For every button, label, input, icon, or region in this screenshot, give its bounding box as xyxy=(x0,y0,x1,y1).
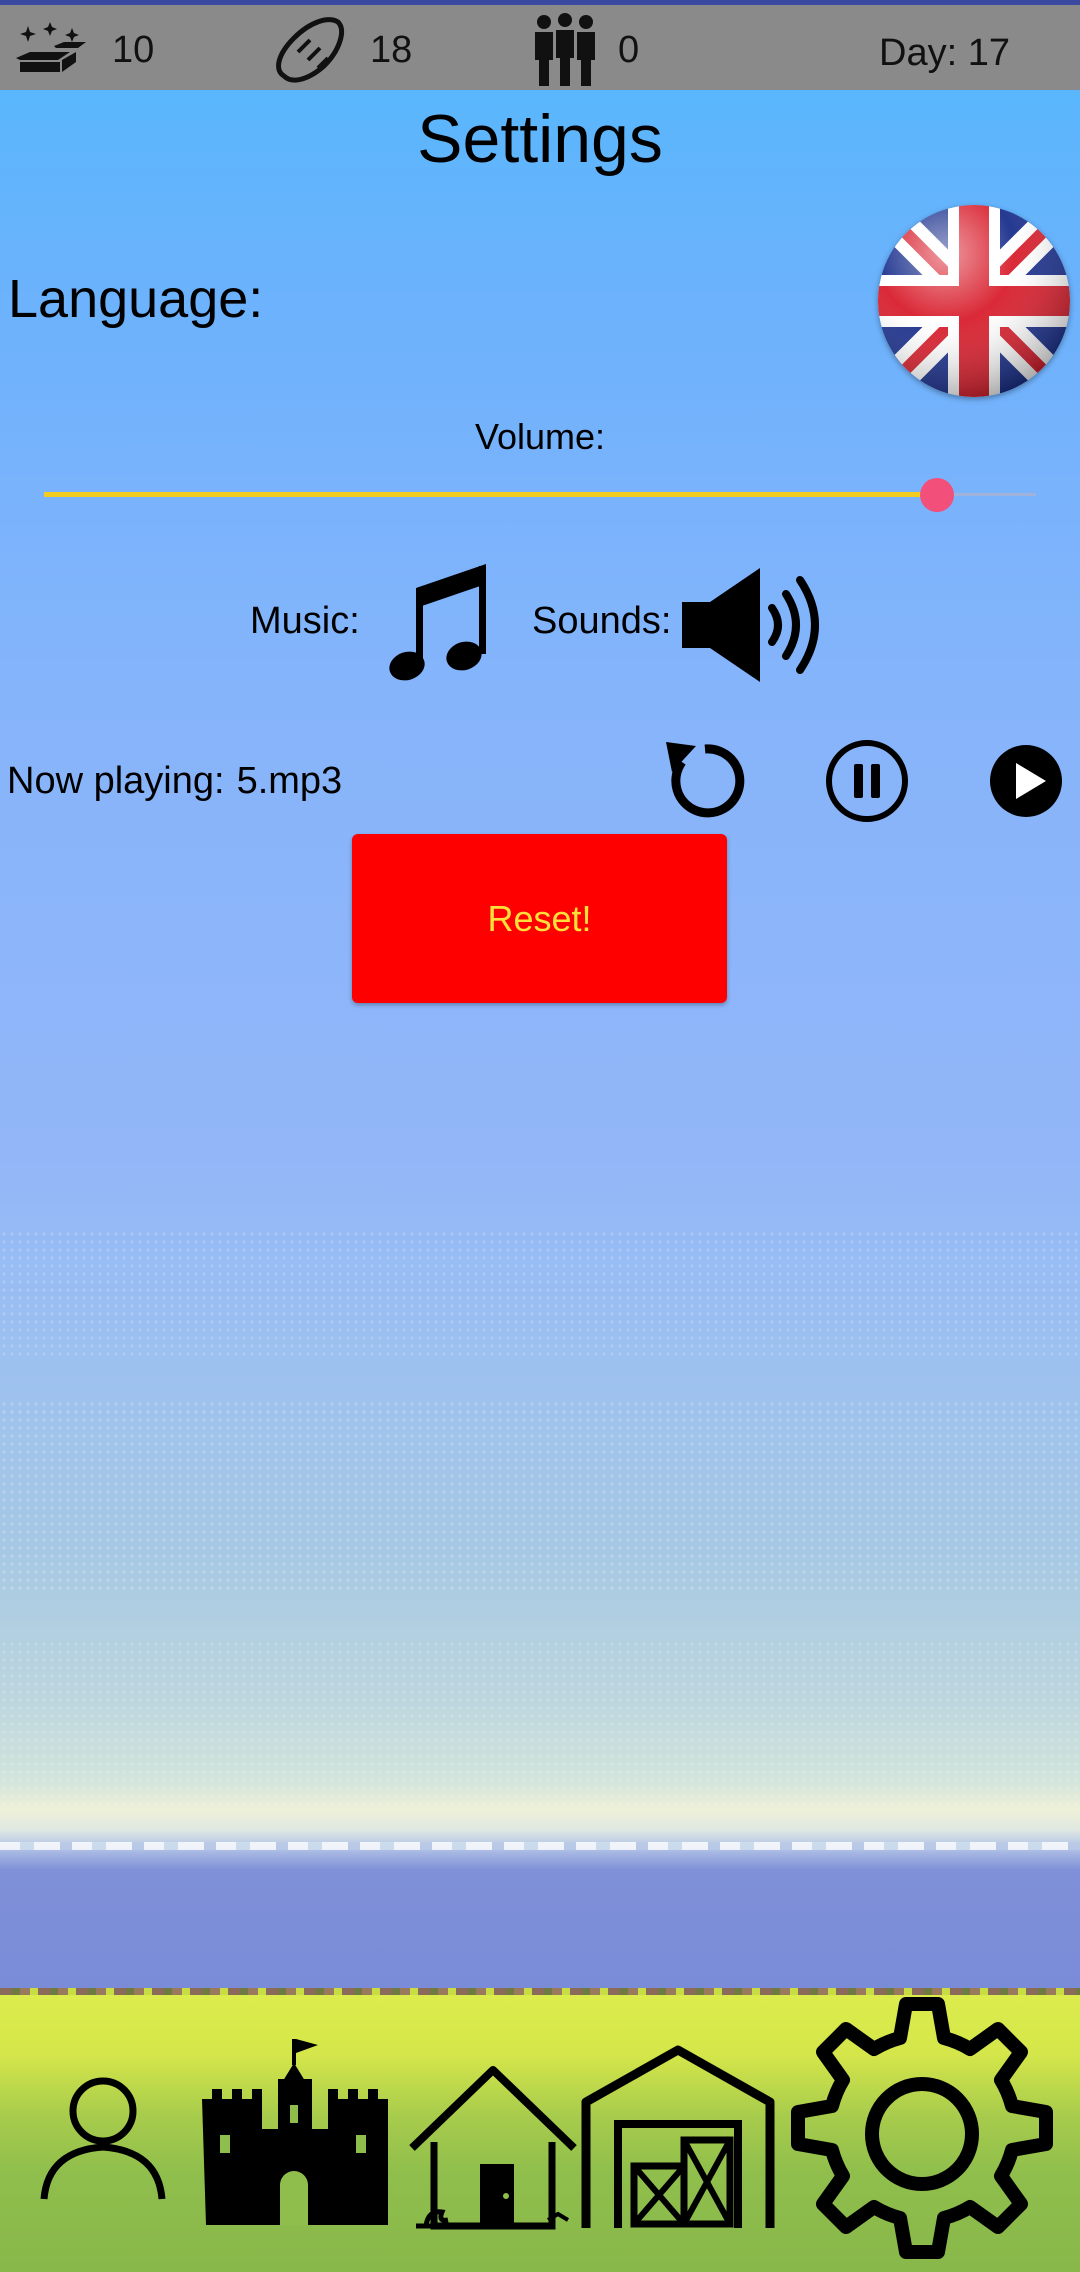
nav-barn-button[interactable] xyxy=(578,2042,778,2232)
speaker-icon xyxy=(682,568,819,682)
pause-button[interactable] xyxy=(824,738,910,824)
pause-icon xyxy=(826,740,908,822)
now-playing: Now playing: 5.mp3 xyxy=(7,760,354,803)
sounds-toggle-button[interactable] xyxy=(680,564,832,686)
uk-flag-icon xyxy=(878,205,1070,397)
language-label: Language: xyxy=(8,269,264,329)
restart-icon xyxy=(666,742,745,818)
house-icon xyxy=(409,2066,577,2230)
food-value: 18 xyxy=(370,28,413,71)
music-toggle-button[interactable] xyxy=(388,562,490,684)
gear-icon xyxy=(791,1997,1053,2259)
sounds-label: Sounds: xyxy=(532,600,672,642)
play-button[interactable] xyxy=(988,743,1064,819)
volume-slider[interactable] xyxy=(44,474,1036,514)
restart-track-button[interactable] xyxy=(662,738,748,824)
music-note-icon xyxy=(389,564,486,681)
bread-icon xyxy=(276,17,344,83)
page-title: Settings xyxy=(417,101,663,177)
play-icon xyxy=(990,745,1062,817)
nav-castle-button[interactable] xyxy=(198,2035,388,2230)
gold-bars-icon xyxy=(16,22,86,72)
now-playing-track: 5.mp3 xyxy=(236,760,343,802)
barn-icon xyxy=(581,2045,775,2228)
food-stat: 18 xyxy=(270,10,412,90)
status-bar: 10 18 0 Day: 17 xyxy=(0,0,1080,90)
day-counter: Day: 17 xyxy=(879,32,1010,74)
gold-value: 10 xyxy=(112,28,155,71)
reset-button[interactable]: Reset! xyxy=(352,834,727,1003)
gold-stat: 10 xyxy=(14,10,154,90)
language-flag-button[interactable] xyxy=(878,205,1070,397)
volume-slider-fill xyxy=(44,492,937,497)
nav-settings-button[interactable] xyxy=(782,1994,1062,2272)
profile-icon xyxy=(40,2077,166,2200)
music-label: Music: xyxy=(250,600,360,642)
volume-label: Volume: xyxy=(474,416,606,457)
population-stat: 0 xyxy=(532,10,639,90)
population-value: 0 xyxy=(618,28,640,71)
nav-house-button[interactable] xyxy=(408,2062,578,2232)
volume-slider-thumb[interactable] xyxy=(920,478,954,512)
people-icon xyxy=(535,13,595,86)
now-playing-label: Now playing: xyxy=(7,760,225,802)
nav-profile-button[interactable] xyxy=(38,2075,168,2205)
castle-icon xyxy=(202,2039,388,2225)
